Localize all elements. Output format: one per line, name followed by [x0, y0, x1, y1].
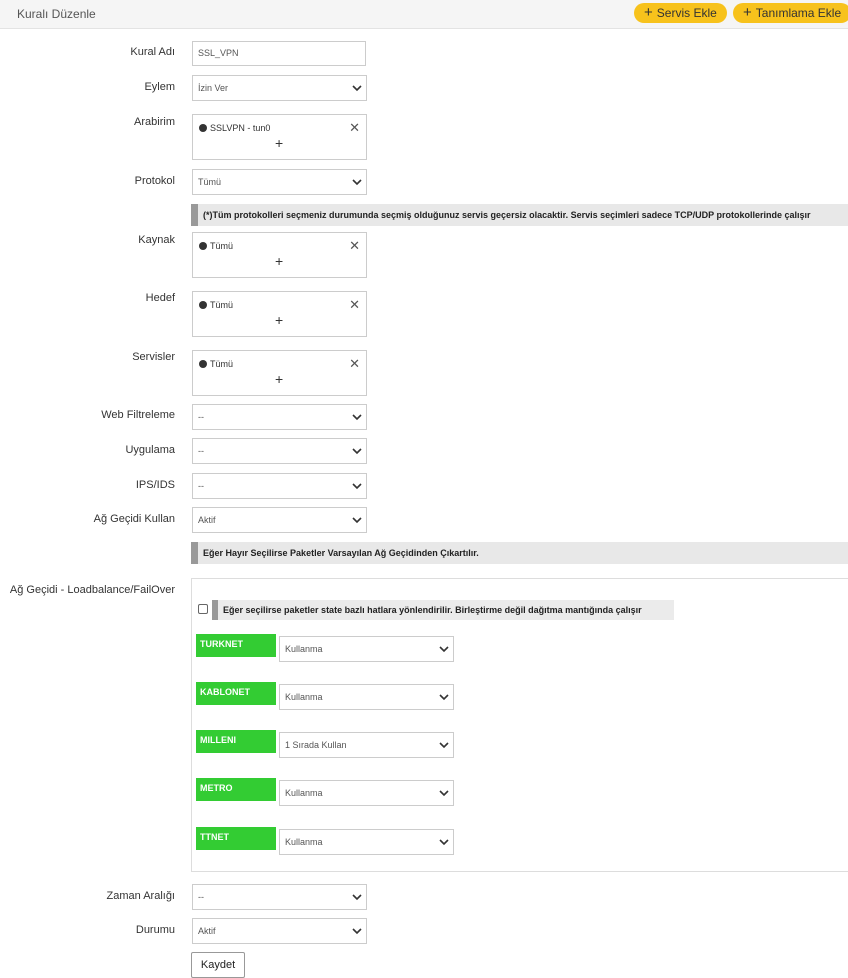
- gateway-select-ttnet[interactable]: Kullanma: [279, 829, 454, 855]
- gateway-value: Kullanma: [285, 788, 323, 798]
- gateway-select-metro[interactable]: Kullanma: [279, 780, 454, 806]
- gateway-select-kablonet[interactable]: Kullanma: [279, 684, 454, 710]
- plus-icon[interactable]: +: [275, 371, 283, 387]
- source-tag-label: Tümü: [210, 241, 234, 251]
- ips-ids-label: IPS/IDS: [135, 479, 175, 491]
- gateway-note: Eğer Hayır Seçilirse Paketler Varsayılan…: [191, 542, 848, 564]
- gateway-select-milleni[interactable]: 1 Sırada Kullan: [279, 732, 454, 758]
- globe-icon: [199, 124, 207, 132]
- protocol-select[interactable]: Tümü: [192, 169, 367, 195]
- loadbalance-panel: [191, 578, 848, 872]
- close-icon[interactable]: ✕: [349, 297, 360, 313]
- web-filter-select[interactable]: --: [192, 404, 367, 430]
- gateway-use-value: Aktif: [198, 515, 216, 525]
- plus-icon: +: [743, 4, 752, 21]
- add-service-button[interactable]: + Servis Ekle: [634, 3, 727, 23]
- chevron-down-icon: [352, 414, 362, 421]
- source-multiselect[interactable]: Tümü ✕ +: [192, 232, 367, 278]
- close-icon[interactable]: ✕: [349, 356, 360, 372]
- globe-icon: [199, 242, 207, 250]
- plus-icon[interactable]: +: [275, 312, 283, 328]
- globe-icon: [199, 360, 207, 368]
- services-label: Servisler: [132, 351, 175, 363]
- save-button[interactable]: Kaydet: [191, 952, 245, 978]
- web-filter-value: --: [198, 412, 204, 422]
- time-range-label: Zaman Aralığı: [106, 890, 175, 902]
- plus-icon[interactable]: +: [275, 135, 283, 151]
- chevron-down-icon: [439, 742, 449, 749]
- gateway-use-select[interactable]: Aktif: [192, 507, 367, 533]
- close-icon[interactable]: ✕: [349, 238, 360, 254]
- rule-name-input[interactable]: SSL_VPN: [192, 41, 366, 66]
- protocol-note: (*)Tüm protokolleri seçmeniz durumunda s…: [191, 204, 848, 226]
- gateway-name-metro: METRO: [196, 778, 276, 801]
- loadbalance-checkbox[interactable]: [198, 604, 208, 614]
- gateway-use-label: Ağ Geçidi Kullan: [93, 513, 175, 525]
- application-value: --: [198, 446, 204, 456]
- globe-icon: [199, 301, 207, 309]
- gateway-name-milleni: MILLENI: [196, 730, 276, 753]
- chevron-down-icon: [439, 694, 449, 701]
- action-label: Eylem: [144, 81, 175, 93]
- close-icon[interactable]: ✕: [349, 120, 360, 136]
- chevron-down-icon: [352, 928, 362, 935]
- ips-ids-select[interactable]: --: [192, 473, 367, 499]
- gateway-name-kablonet: KABLONET: [196, 682, 276, 705]
- loadbalance-label: Ağ Geçidi - Loadbalance/FailOver: [9, 584, 175, 596]
- source-label: Kaynak: [138, 234, 175, 246]
- chevron-down-icon: [352, 85, 362, 92]
- protocol-value: Tümü: [198, 177, 222, 187]
- plus-icon: +: [644, 4, 653, 21]
- gateway-select-turknet[interactable]: Kullanma: [279, 636, 454, 662]
- chevron-down-icon: [352, 448, 362, 455]
- gateway-name-turknet: TURKNET: [196, 634, 276, 657]
- services-tag-label: Tümü: [210, 359, 234, 369]
- destination-multiselect[interactable]: Tümü ✕ +: [192, 291, 367, 337]
- application-label: Uygulama: [125, 444, 175, 456]
- loadbalance-checkbox-note: Eğer seçilirse paketler state bazlı hatl…: [212, 600, 674, 620]
- action-select[interactable]: İzin Ver: [192, 75, 367, 101]
- chevron-down-icon: [439, 646, 449, 653]
- interface-tag-label: SSLVPN - tun0: [210, 123, 271, 133]
- status-label: Durumu: [135, 924, 175, 936]
- rule-name-label: Kural Adı: [130, 46, 175, 58]
- rule-name-value: SSL_VPN: [198, 48, 239, 58]
- web-filter-label: Web Filtreleme: [101, 409, 175, 421]
- chevron-down-icon: [352, 483, 362, 490]
- services-multiselect[interactable]: Tümü ✕ +: [192, 350, 367, 396]
- chevron-down-icon: [352, 894, 362, 901]
- ips-ids-value: --: [198, 481, 204, 491]
- interface-multiselect[interactable]: SSLVPN - tun0 ✕ +: [192, 114, 367, 160]
- add-definition-button[interactable]: + Tanımlama Ekle: [733, 3, 848, 23]
- status-value: Aktif: [198, 926, 216, 936]
- interface-tag: SSLVPN - tun0: [199, 123, 270, 133]
- chevron-down-icon: [439, 839, 449, 846]
- action-value: İzin Ver: [198, 83, 229, 93]
- plus-icon[interactable]: +: [275, 253, 283, 269]
- gateway-value: Kullanma: [285, 644, 323, 654]
- gateway-value: Kullanma: [285, 837, 323, 847]
- destination-tag-label: Tümü: [210, 300, 234, 310]
- time-range-value: --: [198, 892, 204, 902]
- chevron-down-icon: [439, 790, 449, 797]
- time-range-select[interactable]: --: [192, 884, 367, 910]
- protocol-label: Protokol: [134, 175, 175, 187]
- destination-tag: Tümü: [199, 300, 233, 310]
- services-tag: Tümü: [199, 359, 233, 369]
- application-select[interactable]: --: [192, 438, 367, 464]
- add-definition-label: Tanımlama Ekle: [755, 6, 842, 20]
- page-header: Kuralı Düzenle + Servis Ekle + Tanımlama E…: [0, 0, 848, 29]
- status-select[interactable]: Aktif: [192, 918, 367, 944]
- source-tag: Tümü: [199, 241, 233, 251]
- chevron-down-icon: [352, 517, 362, 524]
- gateway-value: Kullanma: [285, 692, 323, 702]
- interface-label: Arabirim: [134, 116, 175, 128]
- add-service-label: Servis Ekle: [656, 6, 717, 20]
- destination-label: Hedef: [145, 292, 175, 304]
- gateway-value: 1 Sırada Kullan: [285, 740, 347, 750]
- chevron-down-icon: [352, 179, 362, 186]
- page-title: Kuralı Düzenle: [17, 7, 96, 21]
- gateway-name-ttnet: TTNET: [196, 827, 276, 850]
